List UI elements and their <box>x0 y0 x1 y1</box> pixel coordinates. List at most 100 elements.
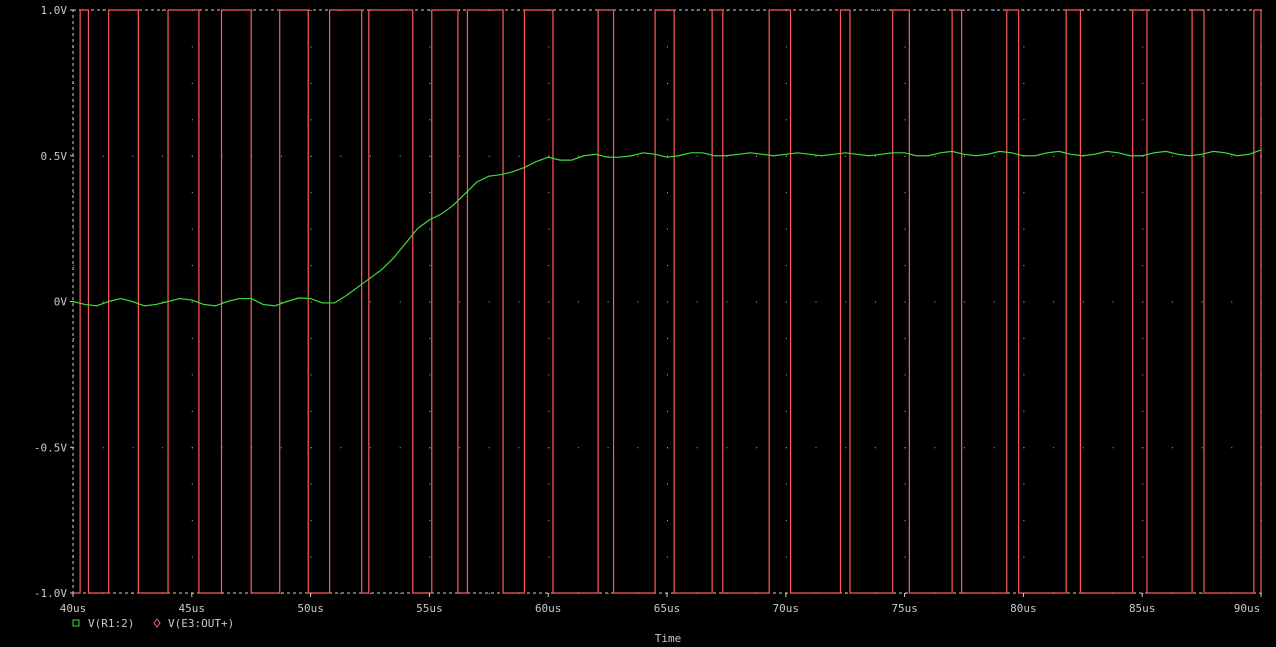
grid-dot <box>785 46 787 48</box>
grid-dot <box>845 301 847 303</box>
y-tick-label: 1.0V <box>41 4 68 17</box>
grid-dot <box>488 155 490 157</box>
grid-dot <box>1201 301 1203 303</box>
grid-dot <box>785 410 787 412</box>
grid-dot <box>191 337 193 339</box>
grid-dot <box>845 155 847 157</box>
grid-dot <box>1171 155 1173 157</box>
grid-dot <box>429 155 431 157</box>
grid-dot <box>548 337 550 339</box>
grid-dot <box>191 82 193 84</box>
grid-dot <box>191 447 193 449</box>
y-tick-label: -1.0V <box>34 587 67 600</box>
grid-dot <box>904 46 906 48</box>
grid-dot <box>548 410 550 412</box>
grid-dot <box>904 192 906 194</box>
grid-dot <box>904 520 906 522</box>
grid-dot <box>1053 155 1055 157</box>
grid-dot <box>1112 301 1114 303</box>
grid-dot <box>934 301 936 303</box>
grid-dot <box>310 82 312 84</box>
grid-dot <box>785 192 787 194</box>
grid-dot <box>548 483 550 485</box>
grid-dot <box>191 192 193 194</box>
grid-dot <box>191 119 193 121</box>
grid-dot <box>1023 228 1025 230</box>
y-tick-label: 0V <box>54 296 68 309</box>
grid-dot <box>310 46 312 48</box>
grid-dot <box>518 301 520 303</box>
grid-dot <box>429 192 431 194</box>
grid-dot <box>696 155 698 157</box>
grid-dot <box>904 155 906 157</box>
grid-dot <box>785 119 787 121</box>
grid-dot <box>637 447 639 449</box>
x-tick-label: 80us <box>1010 602 1037 615</box>
grid-dot <box>964 10 965 11</box>
grid-dot <box>904 265 906 267</box>
grid-dot <box>488 593 490 594</box>
x-tick-label: 75us <box>891 602 918 615</box>
grid-dot <box>1053 447 1055 449</box>
x-tick-label: 85us <box>1129 602 1156 615</box>
grid-dot <box>162 155 164 157</box>
grid-dot <box>964 301 965 303</box>
grid-dot <box>993 301 995 303</box>
grid-dot <box>429 337 431 339</box>
grid-dot <box>310 119 312 121</box>
grid-dot <box>1112 447 1114 449</box>
grid-dot <box>429 556 431 558</box>
grid-dot <box>845 447 847 449</box>
grid-dot <box>1023 192 1025 194</box>
grid-dot <box>1142 192 1144 194</box>
grid-dot <box>280 155 282 157</box>
grid-dot <box>785 228 787 230</box>
grid-dot <box>1142 82 1144 84</box>
grid-dot <box>102 447 104 449</box>
grid-dot <box>459 301 461 303</box>
grid-dot <box>548 374 550 376</box>
grid-dot <box>785 265 787 267</box>
grid-dot <box>459 155 461 157</box>
grid-dot <box>993 155 995 157</box>
grid-dot <box>310 192 312 194</box>
grid-dot <box>340 301 342 303</box>
grid-dot <box>667 265 668 267</box>
grid-dot <box>429 228 431 230</box>
grid-dot <box>280 301 282 303</box>
grid-dot <box>815 10 817 11</box>
grid-dot <box>667 374 668 376</box>
grid-dot <box>191 483 193 485</box>
grid-dot <box>429 410 431 412</box>
grid-dot <box>548 447 550 449</box>
grid-dot <box>370 155 371 157</box>
grid-dot <box>667 119 668 121</box>
grid-dot <box>132 447 134 449</box>
grid-dot <box>1231 447 1233 449</box>
grid-dot <box>548 46 550 48</box>
grid-dot <box>310 228 312 230</box>
grid-dot <box>667 483 668 485</box>
grid-dot <box>399 301 401 303</box>
grid-dot <box>310 337 312 339</box>
grid-dot <box>696 447 698 449</box>
grid-dot <box>162 447 164 449</box>
grid-dot <box>340 447 342 449</box>
grid-dot <box>518 155 520 157</box>
grid-dot <box>191 265 193 267</box>
grid-dot <box>548 192 550 194</box>
grid-dot <box>162 10 164 11</box>
grid-dot <box>1023 46 1025 48</box>
grid-dot <box>310 556 312 558</box>
grid-dot <box>934 10 936 11</box>
grid-dot <box>667 228 668 230</box>
grid-dot <box>191 556 193 558</box>
grid-dot <box>904 556 906 558</box>
grid-dot <box>1201 155 1203 157</box>
grid-dot <box>1023 337 1025 339</box>
grid-dot <box>459 447 461 449</box>
grid-dot <box>1023 447 1025 449</box>
grid-dot <box>191 410 193 412</box>
y-tick-label: 0.5V <box>41 150 68 163</box>
grid-dot <box>667 301 668 303</box>
